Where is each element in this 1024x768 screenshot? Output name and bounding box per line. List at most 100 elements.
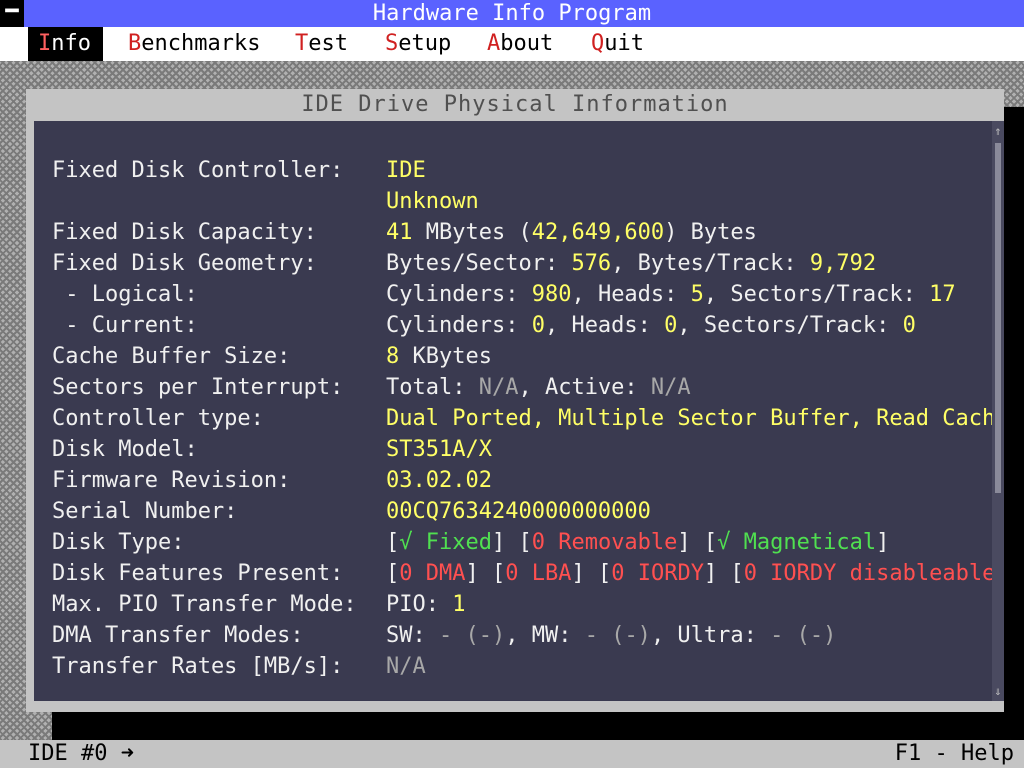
info-value: Unknown <box>386 186 479 217</box>
info-value: Total: N/A, Active: N/A <box>386 372 691 403</box>
info-label: Firmware Revision: <box>52 468 291 493</box>
menu-item-about[interactable]: About <box>487 27 553 61</box>
title-bar: Hardware Info Program <box>0 0 1024 27</box>
value-segment: , Bytes/Track: <box>611 251 810 276</box>
info-label: Disk Model: <box>52 437 198 462</box>
info-value: PIO: 1 <box>386 589 465 620</box>
info-row: Fixed Disk Controller: IDE <box>34 155 992 186</box>
menu-item-test[interactable]: Test <box>295 27 348 61</box>
info-label: Disk Type: <box>52 530 185 555</box>
menu-hotkey: B <box>128 31 142 56</box>
info-row: Transfer Rates [MB/s]: N/A <box>34 651 992 682</box>
info-label: DMA Transfer Modes: <box>52 623 304 648</box>
menu-label: nfo <box>51 31 91 56</box>
menu-label: uit <box>604 31 644 56</box>
menu-hotkey: S <box>385 31 399 56</box>
value-segment: [ <box>386 530 400 555</box>
value-segment: 17 <box>929 282 956 307</box>
value-segment: N/A <box>478 375 519 400</box>
info-row: - Current: Cylinders: 0, Heads: 0, Sector… <box>34 310 992 341</box>
info-row: - Logical: Cylinders: 980, Heads: 5, Sect… <box>34 279 992 310</box>
value-segment: , Sectors/Track: <box>703 282 930 307</box>
value-segment: Cylinders: <box>386 313 532 338</box>
window-title: IDE Drive Physical Information <box>301 92 729 117</box>
info-label: Transfer Rates [MB/s]: <box>52 654 344 679</box>
value-segment: 9,792 <box>809 251 877 276</box>
info-label: Fixed Disk Capacity: <box>52 220 317 245</box>
info-row: Serial Number: 00CQ7634240000000000 <box>34 496 992 527</box>
value-segment: , Active: <box>518 375 651 400</box>
system-menu-button[interactable]: ━ <box>0 0 24 27</box>
menu-item-benchmarks[interactable]: Benchmarks <box>128 27 260 61</box>
scroll-up-icon[interactable]: ⇑ <box>992 121 1004 141</box>
info-label: Controller type: <box>52 406 264 431</box>
menu-item-setup[interactable]: Setup <box>385 27 451 61</box>
value-segment: √ Magnetical <box>717 530 877 555</box>
menu-hotkey: T <box>295 31 309 56</box>
value-segment: 0 Removable <box>531 530 678 555</box>
info-label: Fixed Disk Geometry: <box>52 251 317 276</box>
value-segment: 576 <box>571 251 612 276</box>
value-segment: 980 <box>531 282 572 307</box>
value-segment: - (-) <box>584 623 651 648</box>
menu-hotkey: Q <box>591 31 605 56</box>
info-row: Fixed Disk Geometry: Bytes/Sector: 576, B… <box>34 248 992 279</box>
menu-label: est <box>308 31 348 56</box>
info-value: Dual Ported, Multiple Sector Buffer, Rea… <box>386 403 992 434</box>
info-value: IDE <box>386 155 426 186</box>
drive-selector[interactable]: IDE #0 ➜ <box>28 740 134 768</box>
value-segment: N/A <box>386 654 426 679</box>
value-segment: ] [ <box>677 530 718 555</box>
info-row: Controller type: Dual Ported, Multiple Se… <box>34 403 992 434</box>
info-row: Disk Features Present: [0 DMA] [0 LBA] [0… <box>34 558 992 589</box>
value-segment: 0 <box>664 313 678 338</box>
value-segment: ] [ <box>491 530 532 555</box>
value-segment: 8 <box>386 344 400 369</box>
value-segment: Dual Ported, Multiple Sector Buffer, Rea… <box>386 406 992 431</box>
info-value: Cylinders: 0, Heads: 0, Sectors/Track: 0 <box>386 310 916 341</box>
info-value: [√ Fixed] [0 Removable] [√ Magnetical] <box>386 527 889 558</box>
value-segment: N/A <box>650 375 691 400</box>
info-label: Sectors per Interrupt: <box>52 375 344 400</box>
menu-label: etup <box>398 31 452 56</box>
vertical-scrollbar[interactable]: ⇑ ⇓ <box>992 121 1004 701</box>
value-segment: 42,649,600 <box>531 220 665 245</box>
value-segment: Cylinders: <box>386 282 532 307</box>
value-segment: , Heads: <box>571 282 691 307</box>
menu-item-quit[interactable]: Quit <box>591 27 644 61</box>
info-label: - Current: <box>52 313 198 338</box>
value-segment: ) Bytes <box>664 220 757 245</box>
info-value: 00CQ7634240000000000 <box>386 496 651 527</box>
value-segment: 5 <box>690 282 704 307</box>
info-value: [0 DMA] [0 LBA] [0 IORDY] [0 IORDY disab… <box>386 558 992 589</box>
scroll-down-icon[interactable]: ⇓ <box>992 681 1004 701</box>
value-segment: 0 IORDY disableable <box>743 561 992 586</box>
value-segment: PIO: <box>386 592 453 617</box>
value-segment: Bytes/Sector: <box>386 251 572 276</box>
menu-bar: Info Benchmarks Test Setup About Quit <box>0 27 1024 61</box>
value-segment: MBytes ( <box>412 220 532 245</box>
value-segment: 0 <box>531 313 545 338</box>
value-segment: 0 LBA <box>505 561 572 586</box>
info-label: Cache Buffer Size: <box>52 344 291 369</box>
info-row: Disk Model: ST351A/X <box>34 434 992 465</box>
value-segment: SW: <box>386 623 439 648</box>
info-value: Cylinders: 980, Heads: 5, Sectors/Track:… <box>386 279 956 310</box>
info-value: 03.02.02 <box>386 465 492 496</box>
info-value: 8 KBytes <box>386 341 492 372</box>
info-row: Max. PIO Transfer Mode: PIO: 1 <box>34 589 992 620</box>
info-value: Bytes/Sector: 576, Bytes/Track: 9,792 <box>386 248 876 279</box>
value-segment: [ <box>386 561 400 586</box>
info-label: Fixed Disk Controller: <box>52 158 344 183</box>
value-segment: 03.02.02 <box>386 468 492 493</box>
value-segment: 41 <box>386 220 413 245</box>
value-segment: Unknown <box>386 189 479 214</box>
value-segment: ST351A/X <box>386 437 492 462</box>
menu-label: bout <box>500 31 554 56</box>
help-hint[interactable]: F1 - Help <box>895 740 1014 768</box>
value-segment: 1 <box>452 592 466 617</box>
value-segment: 00CQ7634240000000000 <box>386 499 651 524</box>
menu-item-info[interactable]: Info <box>28 27 103 61</box>
scroll-thumb[interactable] <box>995 143 1001 493</box>
info-value: 41 MBytes (42,649,600) Bytes <box>386 217 757 248</box>
